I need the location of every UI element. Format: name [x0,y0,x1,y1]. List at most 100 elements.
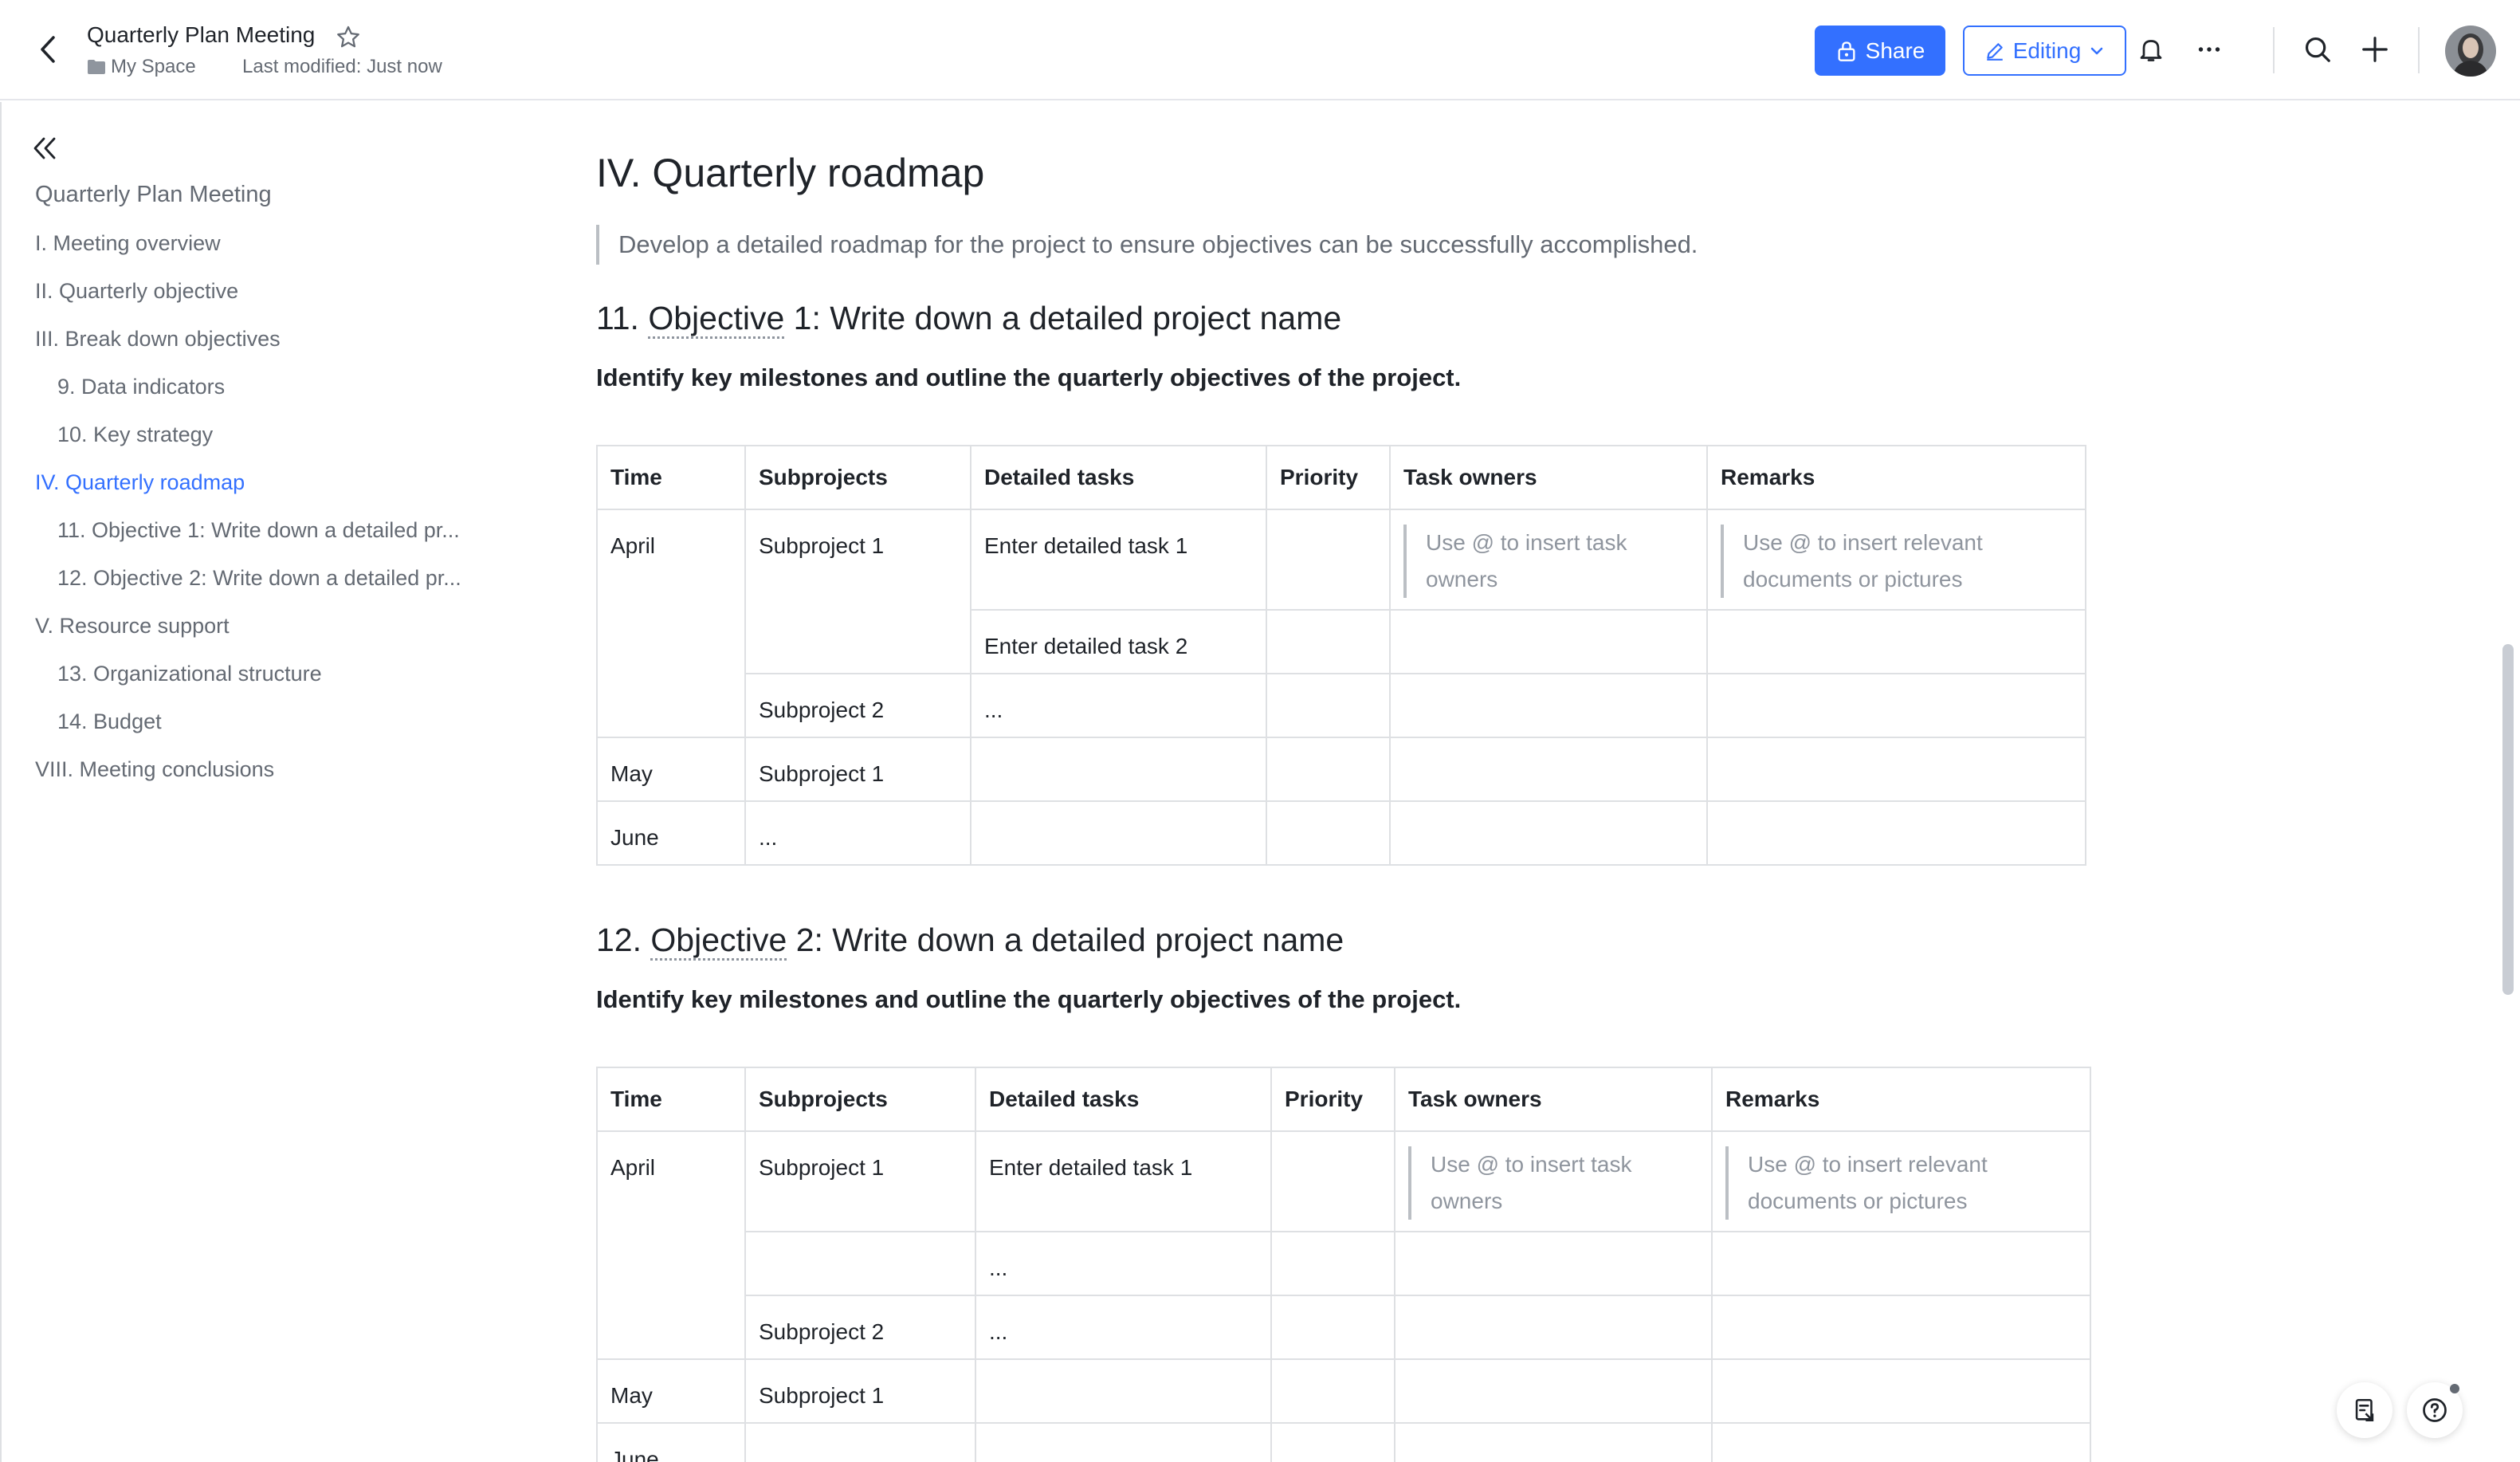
star-icon[interactable] [335,24,362,51]
column-header[interactable]: Detailed tasks [970,445,1267,510]
table-cell-subproject[interactable]: ... [744,800,971,866]
table-cell-priority[interactable] [1266,609,1391,674]
notification-button[interactable] [2133,32,2169,67]
table-cell-owners[interactable] [1389,673,1708,738]
table-cell-task[interactable] [975,1358,1272,1424]
toc-item-organizational-structure[interactable]: 13. Organizational structure [57,662,322,686]
toc-item-meeting-conclusions[interactable]: VIII. Meeting conclusions [35,757,274,782]
table-cell-task[interactable]: ... [975,1295,1272,1360]
breadcrumb[interactable]: My Space [87,56,196,78]
column-header[interactable]: Task owners [1394,1067,1713,1132]
editing-mode-button[interactable]: Editing [1963,26,2126,76]
share-button[interactable]: Share [1815,26,1945,76]
table-cell-remarks[interactable] [1706,673,2086,738]
toc-item-break-down-objectives[interactable]: III. Break down objectives [35,327,281,352]
table-cell-subproject[interactable]: Subproject 2 [744,1295,976,1360]
table-cell-task[interactable]: ... [975,1231,1272,1296]
objective-2-subtitle[interactable]: Identify key milestones and outline the … [596,985,1461,1014]
table-cell-remarks[interactable] [1706,800,2086,866]
toc-item-quarterly-roadmap[interactable]: IV. Quarterly roadmap [35,470,245,495]
table-cell-task[interactable] [970,737,1267,802]
column-header[interactable]: Priority [1270,1067,1395,1132]
table-cell-priority[interactable] [1270,1358,1395,1424]
avatar[interactable] [2445,26,2496,77]
table-cell-remarks[interactable] [1711,1231,2091,1296]
table-cell-owners[interactable] [1389,609,1708,674]
toc-item-key-strategy[interactable]: 10. Key strategy [57,422,213,447]
scrollbar-thumb[interactable] [2502,644,2514,995]
toc-item-resource-support[interactable]: V. Resource support [35,614,230,639]
column-header[interactable]: Task owners [1389,445,1708,510]
search-button[interactable] [2300,32,2335,67]
table-cell-time[interactable]: May [596,1358,746,1424]
table-cell-task[interactable] [970,800,1267,866]
table-cell-owners[interactable]: Use @ to insert task owners [1389,509,1708,611]
quote-block[interactable]: Develop a detailed roadmap for the proje… [596,225,1698,265]
table-cell-owners[interactable] [1394,1422,1713,1462]
table-cell-time[interactable]: April [596,509,746,738]
table-cell-remarks[interactable] [1711,1295,2091,1360]
table-cell-task[interactable] [975,1422,1272,1462]
table-cell-remarks[interactable] [1711,1358,2091,1424]
objective-2-heading[interactable]: 12. Objective 2: Write down a detailed p… [596,922,1344,961]
toc-item-objective-2[interactable]: 12. Objective 2: Write down a detailed p… [57,566,461,591]
column-header[interactable]: Priority [1266,445,1391,510]
table-cell-owners[interactable] [1389,800,1708,866]
help-button[interactable] [2407,1382,2463,1438]
table-cell-remarks[interactable] [1706,609,2086,674]
table-cell-time[interactable]: April [596,1130,746,1360]
table-cell-priority[interactable] [1266,509,1391,611]
table-cell-priority[interactable] [1270,1130,1395,1232]
toc-item-quarterly-objective[interactable]: II. Quarterly objective [35,279,238,304]
objective-1-subtitle[interactable]: Identify key milestones and outline the … [596,364,1461,392]
column-header[interactable]: Detailed tasks [975,1067,1272,1132]
table-cell-priority[interactable] [1266,800,1391,866]
table-cell-owners[interactable]: Use @ to insert task owners [1394,1130,1713,1232]
toc-item-objective-1[interactable]: 11. Objective 1: Write down a detailed p… [57,518,460,543]
table-cell-owners[interactable] [1394,1358,1713,1424]
table-cell-priority[interactable] [1266,673,1391,738]
table-cell-subproject[interactable]: Subproject 1 [744,1358,976,1424]
table-cell-task[interactable]: Enter detailed task 1 [970,509,1267,611]
section-heading[interactable]: IV. Quarterly roadmap [596,150,984,196]
table-cell-priority[interactable] [1270,1295,1395,1360]
document-tools-button[interactable] [2337,1382,2392,1438]
table-cell-time[interactable]: June [596,1422,746,1462]
table-cell-remarks[interactable]: Use @ to insert relevant documents or pi… [1711,1130,2091,1232]
toc-item-budget[interactable]: 14. Budget [57,709,162,734]
table-cell-task[interactable]: ... [970,673,1267,738]
table-cell-owners[interactable] [1389,737,1708,802]
table-cell-owners[interactable] [1394,1231,1713,1296]
table-cell-time[interactable]: June [596,800,746,866]
column-header[interactable]: Remarks [1711,1067,2091,1132]
table-cell-subproject[interactable] [744,1422,976,1462]
back-button[interactable] [32,32,64,67]
table-cell-priority[interactable] [1270,1422,1395,1462]
toc-item-meeting-overview[interactable]: I. Meeting overview [35,231,221,256]
table-cell-subproject[interactable]: Subproject 1 [744,509,971,674]
table-cell-priority[interactable] [1266,737,1391,802]
column-header[interactable]: Time [596,1067,746,1132]
table-cell-task[interactable]: Enter detailed task 2 [970,609,1267,674]
table-cell-remarks[interactable] [1706,737,2086,802]
table-cell-subproject[interactable]: Subproject 1 [744,737,971,802]
table-cell-subproject[interactable] [744,1231,976,1296]
table-cell-subproject[interactable]: Subproject 2 [744,673,971,738]
table-cell-task[interactable]: Enter detailed task 1 [975,1130,1272,1232]
table-cell-priority[interactable] [1270,1231,1395,1296]
add-button[interactable] [2357,32,2392,67]
column-header[interactable]: Remarks [1706,445,2086,510]
table-cell-remarks[interactable] [1711,1422,2091,1462]
table-cell-time[interactable]: May [596,737,746,802]
column-header[interactable]: Subprojects [744,1067,976,1132]
column-header[interactable]: Time [596,445,746,510]
collapse-sidebar-button[interactable] [30,134,59,163]
column-header[interactable]: Subprojects [744,445,971,510]
more-options-button[interactable] [2192,32,2227,67]
table-cell-owners[interactable] [1394,1295,1713,1360]
toc-item-root[interactable]: Quarterly Plan Meeting [35,182,272,208]
table-cell-remarks[interactable]: Use @ to insert relevant documents or pi… [1706,509,2086,611]
toc-item-data-indicators[interactable]: 9. Data indicators [57,375,225,399]
table-cell-subproject[interactable]: Subproject 1 [744,1130,976,1232]
objective-1-heading[interactable]: 11. Objective 1: Write down a detailed p… [596,300,1341,339]
